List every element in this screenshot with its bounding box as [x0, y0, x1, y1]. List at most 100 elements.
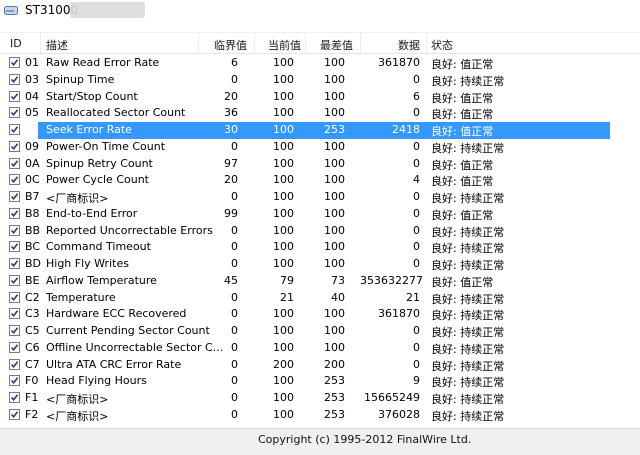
row-checkbox[interactable] [9, 90, 20, 102]
row-checkbox[interactable] [9, 258, 20, 269]
column-header-threshold[interactable]: 临界值 [214, 37, 247, 53]
cell-threshold: 0 [231, 290, 238, 304]
cell-current: 100 [273, 106, 294, 120]
table-row[interactable]: C2 Temperature 0 21 40 21 良好: 持续正常 [0, 290, 620, 307]
table-row[interactable]: BC Command Timeout 0 100 100 0 良好: 持续正常 [0, 239, 620, 256]
cell-id: F0 [25, 374, 39, 388]
table-row[interactable]: 0C Power Cycle Count 20 100 100 4 良好: 值正常 [0, 172, 620, 189]
status-bar: Copyright (c) 1995-2012 FinalWire Ltd. [0, 428, 640, 455]
row-checkbox[interactable] [9, 375, 20, 387]
row-checkbox[interactable] [9, 157, 20, 169]
row-checkbox[interactable] [9, 325, 20, 336]
cell-description: Command Timeout [46, 240, 151, 254]
drive-selector[interactable]: ST31000 [0, 0, 640, 22]
table-row[interactable]: F2 <厂商标识> 0 100 253 376028 良好: 持续正常 [0, 407, 620, 424]
cell-current: 21 [280, 290, 294, 304]
cell-worst: 100 [324, 206, 345, 220]
table-row[interactable]: BE Airflow Temperature 45 79 73 353632277 良好: … [0, 273, 620, 290]
cell-id: C5 [25, 324, 40, 337]
cell-worst: 100 [324, 240, 345, 254]
cell-data: 0 [413, 156, 420, 170]
cell-description: Power-On Time Count [46, 139, 166, 153]
table-row[interactable]: C7 Ultra ATA CRC Error Rate 0 200 200 0 良好: 持续… [0, 357, 620, 374]
table-row[interactable]: 03 Spinup Time 0 100 100 0 良好: 持续正常 [0, 72, 620, 89]
cell-id: 04 [25, 89, 39, 103]
cell-data: 353632277 [360, 273, 423, 287]
smart-attribute-list[interactable]: ID 描述 临界值 当前值 最差值 数据 状态 01 Raw Read Error… [0, 32, 640, 428]
cell-id: 0A [25, 156, 40, 170]
table-row[interactable]: 07 Seek Error Rate 30 100 253 2418 良好: 值正常 [9, 122, 610, 139]
table-row[interactable]: 0A Spinup Retry Count 97 100 100 0 良好: 值正常 [0, 156, 620, 173]
cell-id: BD [25, 257, 42, 270]
check-icon [10, 59, 19, 67]
row-checkbox[interactable] [9, 408, 20, 420]
cell-current: 100 [273, 407, 294, 421]
row-checkbox[interactable] [9, 174, 20, 186]
cell-description: Offline Uncorrectable Sector C... [46, 340, 224, 354]
cell-threshold: 97 [224, 156, 238, 170]
table-row[interactable]: 01 Raw Read Error Rate 6 100 100 361870 良好: 值正… [0, 55, 620, 72]
cell-status: 良好: 值正常 [431, 91, 494, 105]
check-icon [10, 327, 19, 335]
row-checkbox[interactable] [9, 358, 20, 370]
cell-description: High Fly Writes [46, 257, 129, 270]
cell-worst: 100 [324, 72, 345, 86]
cell-id: BC [25, 240, 41, 254]
cell-id: C7 [25, 357, 40, 371]
cell-worst: 100 [324, 89, 345, 103]
cell-description: Spinup Retry Count [46, 156, 153, 170]
row-checkbox[interactable] [9, 392, 20, 403]
cell-status: 良好: 值正常 [431, 108, 494, 122]
table-row[interactable]: B7 <厂商标识> 0 100 100 0 良好: 持续正常 [0, 189, 620, 206]
table-row[interactable]: B8 End-to-End Error 99 100 100 0 良好: 值正常 [0, 206, 620, 223]
row-checkbox[interactable] [9, 73, 20, 85]
cell-worst: 100 [324, 56, 345, 69]
check-icon [10, 293, 19, 301]
check-icon [10, 411, 19, 418]
column-header-description[interactable]: 描述 [46, 37, 68, 53]
table-row[interactable]: F1 <厂商标识> 0 100 253 15665249 良好: 持续正常 [0, 390, 620, 407]
check-icon [10, 210, 19, 217]
cell-status: 良好: 持续正常 [431, 74, 505, 88]
table-row[interactable]: 04 Start/Stop Count 20 100 100 6 良好: 值正常 [0, 89, 620, 106]
cell-description: <厂商标识> [46, 192, 109, 205]
cell-id: C3 [25, 307, 40, 321]
cell-threshold: 0 [231, 223, 238, 237]
row-checkbox[interactable] [9, 241, 20, 253]
table-row[interactable]: 05 Reallocated Sector Count 36 100 100 0 良好: 值… [0, 105, 620, 122]
column-header-current[interactable]: 当前值 [268, 37, 301, 53]
column-header-data[interactable]: 数据 [398, 37, 420, 53]
column-header-status[interactable]: 状态 [431, 37, 453, 53]
cell-threshold: 20 [224, 89, 238, 103]
table-row[interactable]: BB Reported Uncorrectable Errors 0 100 100 0 良… [0, 223, 620, 240]
redacted-serial [70, 2, 145, 18]
row-checkbox[interactable] [9, 274, 20, 286]
row-checkbox[interactable] [9, 308, 20, 320]
row-checkbox[interactable] [9, 291, 20, 303]
row-checkbox[interactable] [9, 107, 20, 119]
row-checkbox[interactable] [9, 207, 20, 219]
cell-status: 良好: 值正常 [431, 58, 494, 71]
table-row[interactable]: 09 Power-On Time Count 0 100 100 0 良好: 持续正常 [0, 139, 620, 156]
row-checkbox[interactable] [9, 140, 20, 152]
cell-id: C2 [25, 290, 40, 304]
row-checkbox[interactable] [9, 57, 20, 68]
cell-description: Reallocated Sector Count [46, 106, 186, 120]
table-row[interactable]: BD High Fly Writes 0 100 100 0 良好: 持续正常 [0, 256, 620, 273]
column-header-worst[interactable]: 最差值 [320, 37, 353, 53]
table-row[interactable]: C3 Hardware ECC Recovered 0 100 100 361870 良好:… [0, 306, 620, 323]
row-checkbox[interactable] [9, 341, 20, 353]
table-row[interactable]: C6 Offline Uncorrectable Sector C... 0 100 1… [0, 340, 620, 357]
table-row[interactable]: C5 Current Pending Sector Count 0 100 100 0 良好… [0, 323, 620, 340]
table-row[interactable]: F0 Head Flying Hours 0 100 253 9 良好: 持续正常 [0, 373, 620, 390]
cell-worst: 100 [324, 156, 345, 170]
row-checkbox[interactable] [9, 124, 20, 135]
row-checkbox[interactable] [9, 224, 20, 236]
cell-id: C6 [25, 340, 40, 354]
row-checkbox[interactable] [9, 191, 20, 202]
cell-description: Spinup Time [46, 72, 115, 86]
column-header-id[interactable]: ID [10, 37, 22, 50]
cell-data: 2418 [392, 123, 420, 136]
copyright-text: Copyright (c) 1995-2012 FinalWire Ltd. [258, 433, 472, 446]
cell-data: 0 [413, 357, 420, 371]
